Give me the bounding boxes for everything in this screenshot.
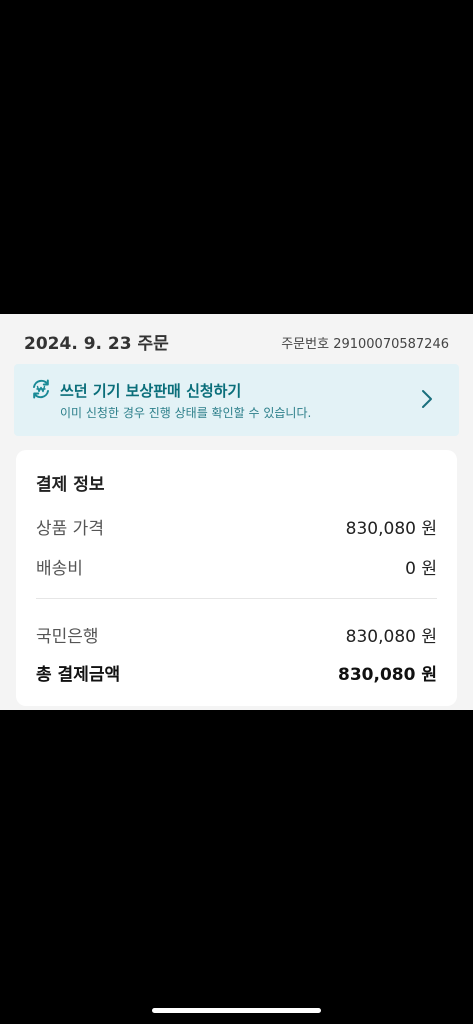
payment-method-label: 국민은행 — [36, 627, 99, 647]
product-price-label: 상품 가격 — [36, 519, 104, 539]
tradein-banner[interactable]: 쓰던 기기 보상판매 신청하기 이미 신청한 경우 진행 상태를 확인할 수 있… — [14, 364, 459, 436]
shipping-fee-row: 배송비 0 원 — [36, 554, 437, 579]
total-payment-label: 총 결제금액 — [36, 665, 121, 685]
shipping-fee-label: 배송비 — [36, 559, 83, 579]
tradein-title: 쓰던 기기 보상판매 신청하기 — [60, 382, 242, 400]
tradein-subtitle: 이미 신청한 경우 진행 상태를 확인할 수 있습니다. — [60, 406, 312, 420]
order-date: 2024. 9. 23 주문 — [24, 334, 169, 354]
payment-info-card: 결제 정보 상품 가격 830,080 원 배송비 0 원 국민은행 830,0… — [16, 450, 457, 706]
order-number: 주문번호 29100070587246 — [281, 337, 449, 352]
chevron-right-icon — [422, 390, 432, 408]
refresh-won-icon — [33, 379, 49, 399]
shipping-fee-value: 0 원 — [405, 559, 437, 579]
order-detail-panel: 2024. 9. 23 주문 주문번호 29100070587246 쓰던 기기… — [0, 314, 473, 710]
home-indicator[interactable] — [152, 1008, 321, 1013]
payment-info-title: 결제 정보 — [36, 475, 105, 495]
order-header: 2024. 9. 23 주문 주문번호 29100070587246 — [0, 314, 473, 364]
payment-method-value: 830,080 원 — [345, 627, 437, 647]
total-payment-row: 총 결제금액 830,080 원 — [36, 660, 437, 685]
product-price-value: 830,080 원 — [345, 519, 437, 539]
divider — [36, 598, 437, 599]
product-price-row: 상품 가격 830,080 원 — [36, 514, 437, 539]
payment-method-row: 국민은행 830,080 원 — [36, 622, 437, 647]
total-payment-value: 830,080 원 — [338, 665, 437, 685]
